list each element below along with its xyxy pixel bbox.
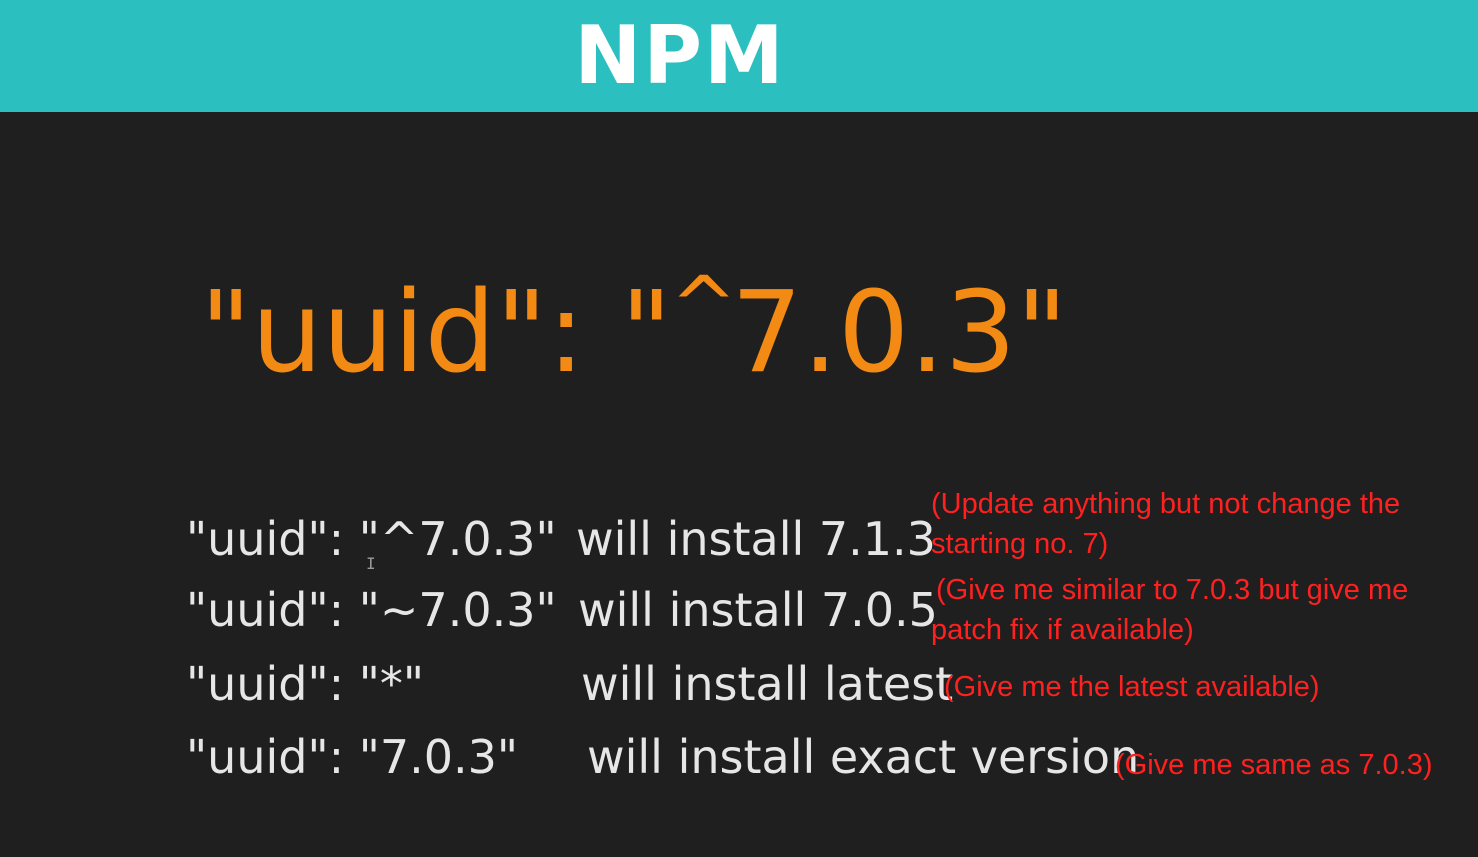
note-star: (Give me the latest available) xyxy=(944,671,1320,703)
slide-title: NPM xyxy=(574,9,786,102)
row-result-star: will install latest xyxy=(581,657,954,711)
header-bar: NPM xyxy=(0,0,1478,112)
note-caret-line2: starting no. 7) xyxy=(931,528,1109,560)
note-exact: (Give me same as 7.0.3) xyxy=(1115,749,1433,781)
headline-caret: ^ xyxy=(670,259,738,352)
row-result-caret: will install 7.1.3 xyxy=(576,512,936,566)
row-spec-tilde: "uuid": "~7.0.3" xyxy=(186,583,557,637)
row-result-exact: will install exact version xyxy=(587,730,1140,784)
headline: "uuid": "^7.0.3" xyxy=(200,259,1068,409)
note-caret-line1: (Update anything but not change the xyxy=(931,488,1401,520)
slide: NPM "uuid": "^7.0.3" "uuid": "^7.0.3" wi… xyxy=(0,0,1478,857)
row-result-tilde: will install 7.0.5 xyxy=(578,583,938,637)
row-spec-star: "uuid": "*" xyxy=(186,657,425,711)
note-tilde-line2: patch fix if available) xyxy=(931,614,1194,646)
row-spec-exact: "uuid": "7.0.3" xyxy=(186,730,519,784)
headline-prefix: "uuid": " xyxy=(200,268,673,398)
note-tilde-line1: (Give me similar to 7.0.3 but give me xyxy=(936,574,1409,606)
text-cursor-icon: I xyxy=(366,554,376,573)
headline-version: 7.0.3" xyxy=(731,268,1068,398)
